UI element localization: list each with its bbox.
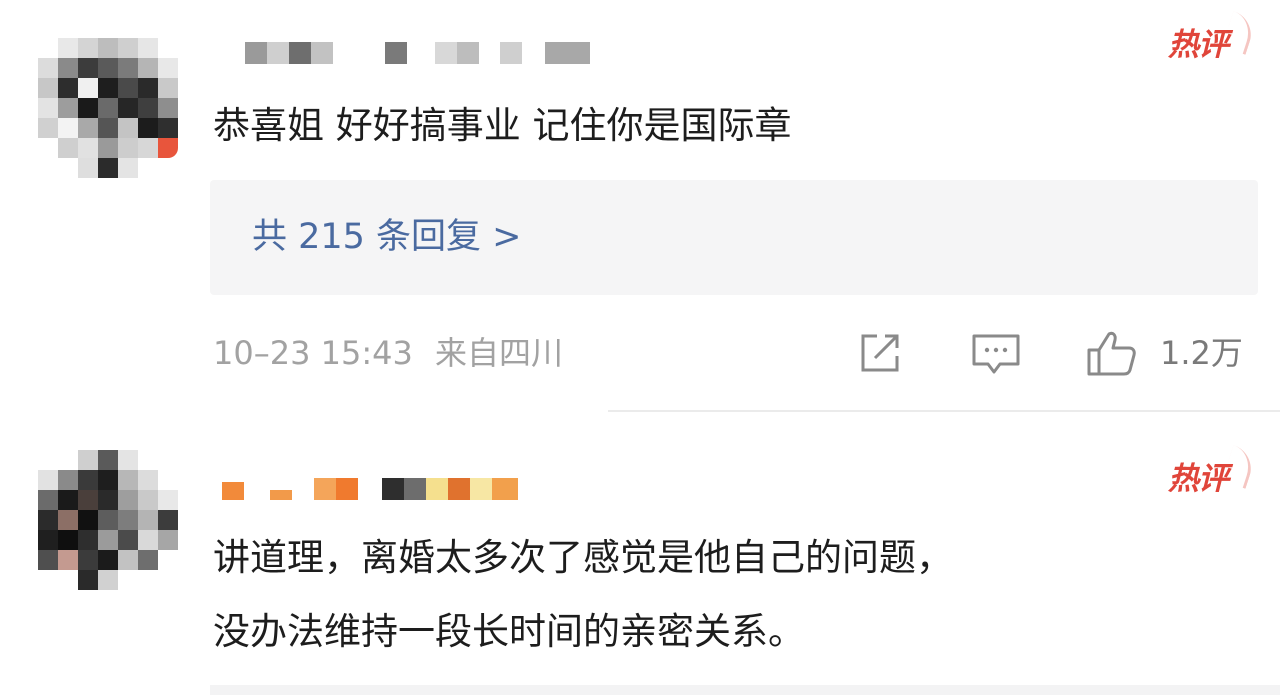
view-replies-link[interactable]: 共 215 条回复 >: [252, 214, 522, 260]
like-count: 1.2万: [1160, 334, 1243, 372]
location: 来自四川: [435, 334, 564, 372]
comment-button[interactable]: [970, 328, 1022, 378]
avatar[interactable]: [38, 450, 178, 590]
timestamp: 10–23 15:43: [213, 334, 413, 372]
username-blurred[interactable]: [222, 478, 522, 504]
comment-text: 恭喜姐 好好搞事业 记住你是国际章: [213, 104, 792, 147]
comment-text-line-2: 没办法维持一段长时间的亲密关系。: [213, 610, 805, 653]
comment-text-line-1: 讲道理，离婚太多次了感觉是他自己的问题，: [213, 536, 953, 579]
reply-box[interactable]: 共 215 条回复 >: [210, 180, 1258, 295]
thumbs-up-icon: [1087, 331, 1136, 376]
comment-meta: 10–23 15:43 来自四川: [213, 330, 563, 376]
username-blurred[interactable]: [245, 42, 590, 68]
share-button[interactable]: [855, 328, 905, 378]
hot-comment-badge: 热评: [1168, 11, 1258, 68]
reply-box-partial: [210, 685, 1280, 695]
divider: [608, 410, 1280, 412]
share-icon: [861, 334, 899, 372]
like-button[interactable]: [1085, 328, 1139, 378]
comment-icon: [972, 334, 1020, 374]
avatar[interactable]: [38, 38, 178, 178]
hot-comment-badge: 热评: [1168, 445, 1258, 502]
